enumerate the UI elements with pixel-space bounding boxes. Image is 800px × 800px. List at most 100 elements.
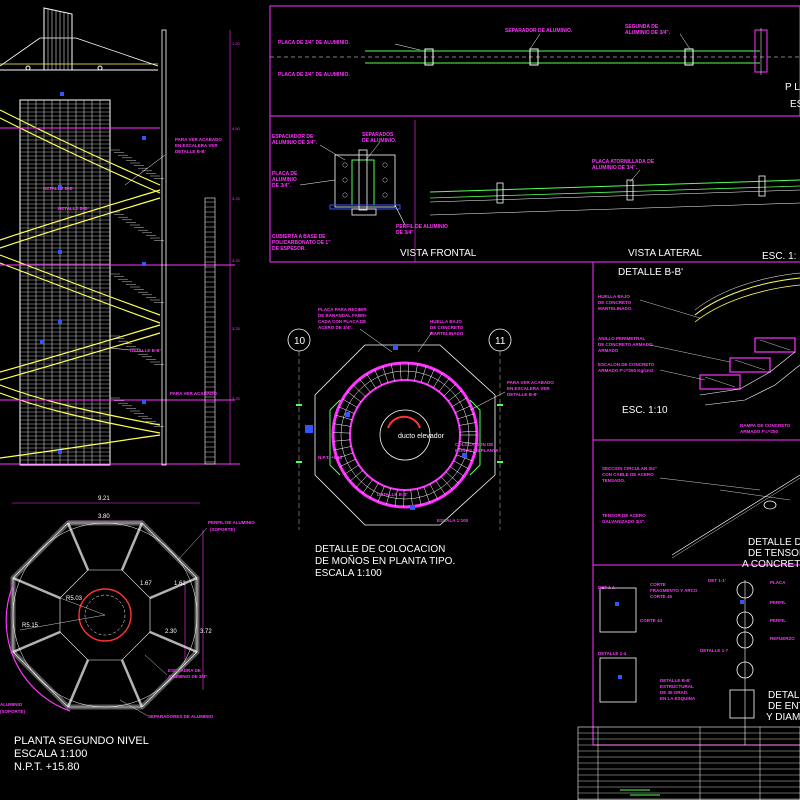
tower-detalle-label-3: DETALLE B-B'	[130, 348, 161, 353]
planta-npt: N.P.T. +15.80	[14, 761, 80, 773]
rp-ps: PLACA	[770, 580, 786, 585]
rp-escalon-2: ARMADO F'c=250 Kg/cm2	[598, 368, 654, 373]
note-separador: SEPARADOR DE ALUMINIO.	[505, 28, 573, 34]
cp-note-escala: ESCALA 1:100	[437, 518, 469, 523]
note-placa-a: PLACA DE 3/4" DE ALUMINIO.	[278, 40, 350, 46]
rp-anillo: ANILLO PERIMETRAL	[598, 336, 645, 341]
vista-lateral-label: VISTA LATERAL	[628, 248, 703, 259]
cp-note-detalle: DETALLE B-B'	[377, 492, 408, 497]
rp-seccion-2: CON CABLE DE ACERO	[602, 472, 654, 477]
svg-text:4.50: 4.50	[232, 126, 241, 131]
planta-title: PLANTA SEGUNDO NIVEL	[14, 735, 149, 747]
es-label: ES	[790, 99, 800, 110]
dim-162: 1.62	[174, 581, 186, 587]
r-503: R5.03	[66, 596, 83, 602]
dim-372: 3.72	[200, 629, 212, 635]
de-tensor-partial: DE TENSOR	[748, 548, 800, 559]
cp-note-placa: PLACA PARA RECIBIR	[318, 307, 367, 312]
rp-huella-3: MARTELINADO.	[598, 306, 633, 311]
note-placa-atorn-2: ALUMINIO DE 3/4".	[592, 165, 638, 171]
note-perfil-2: DE 3/4"	[396, 230, 414, 236]
tower-detalle-label: DETALLE B-B'	[43, 186, 74, 191]
escuadra-label-2: ALUMINIO DE 3/4"	[168, 674, 207, 679]
rp-detalle14: DETALLE 1-4	[598, 651, 627, 656]
rp-det11: DET 1-1	[598, 585, 615, 590]
dim-230: 2.30	[165, 629, 177, 635]
p-label: P L	[785, 82, 800, 93]
note-placa-b: PLACA DE 3/4" DE ALUMINIO.	[278, 72, 350, 78]
a-concreto-partial: A CONCRETO	[742, 559, 800, 570]
perfil-label: PERFIL DE ALUMINIO	[208, 520, 255, 525]
rp-seccion-3: TENSADO.	[602, 478, 625, 483]
cp-note-npt: N.P.T. +5.65	[318, 455, 343, 460]
detalle-title-1: DETALLE DE COLOCACION	[315, 544, 445, 555]
aluminio-partial: ALUMINIO	[0, 702, 23, 707]
planta-escala: ESCALA 1:100	[14, 748, 87, 760]
cp-note-huella-2: DE CONCRETO	[430, 325, 464, 330]
cp-note-placa-4: ACERO DE 3/4".	[318, 325, 353, 330]
de-ent-partial: DE ENT	[768, 701, 800, 712]
grid-bubble-10: 10	[294, 336, 306, 347]
svg-text:1.20: 1.20	[232, 41, 241, 46]
rp-detalle17: DETALLE 1-7	[700, 648, 729, 653]
rp-ps-3: PERFIL	[770, 618, 786, 623]
grid-bubble-11: 11	[495, 336, 506, 347]
tower-detalle-label-2: DETALLE B-B'	[58, 206, 89, 211]
cp-note-huella: HUELLA BAJO	[430, 319, 462, 324]
cp-note-coloc: COLOCACION DE	[455, 442, 493, 447]
vista-frontal-label: VISTA FRONTAL	[400, 248, 477, 259]
rp-detb-4: EN LA ESQUINA	[660, 696, 696, 701]
tower-note-1: PARA VER ACABADO	[175, 137, 222, 142]
esc-110: ESC. 1:10	[622, 405, 668, 416]
cp-note-huella-3: MARTELINADO.	[430, 331, 465, 336]
note-segunda-2: ALUMINIO DE 3/4".	[625, 30, 671, 36]
rp-huella: HUELLA BAJO	[598, 294, 630, 299]
soporte-partial: (SOPORTE)	[0, 709, 26, 714]
cp-note-paraver-2: EN ESCALERA VER	[507, 386, 550, 391]
svg-text:3.25: 3.25	[232, 326, 241, 331]
rp-anillo-3: ARMADO	[598, 348, 619, 353]
note-cubierta-3: DE ESPESOR.	[272, 246, 307, 252]
tower-note-2: EN ESCALERA VER	[175, 143, 218, 148]
svg-text:3.25: 3.25	[232, 396, 241, 401]
perfil-sub-label: (SOPORTE)	[210, 527, 236, 532]
cp-note-placa-3: CADA CON PLACA DE	[318, 319, 366, 324]
escuadra-label: ESCUADRA DE	[168, 668, 201, 673]
detalle-de-partial: DETALLE DE	[748, 537, 800, 548]
r-515: R5.15	[22, 623, 39, 629]
detalle-escala: ESCALA 1:100	[315, 568, 382, 579]
svg-text:3.25: 3.25	[232, 196, 241, 201]
note-placa-de-3: DE 3/4".	[272, 183, 292, 189]
rp-detb-2: ESTRUCTURAL	[660, 684, 694, 689]
cp-note-paraver: PARA VER ACABADO	[507, 380, 554, 385]
rp-detb-3: DE 45 GRAD.	[660, 690, 688, 695]
cp-note-placa-2: DE BARANDAL FABRI-	[318, 313, 368, 318]
rp-corte44: CORTE 44	[640, 618, 663, 623]
cad-drawing: 1.20 4.50 3.25 3.25 3.25 3.25 PARA VER ACABA…	[0, 0, 800, 800]
svg-text:3.25: 3.25	[232, 258, 241, 263]
separadores-label: SEPARADORES DE ALUMINIO	[148, 714, 214, 719]
tower-detalle-label-4: PARA VER ACABADO	[170, 391, 217, 396]
rp-rampa-2: ARMADO F'c=250	[740, 429, 778, 434]
ducto-elevador: ducto elevador	[398, 433, 445, 440]
rp-escalon: ESCALON DE CONCRETO	[598, 362, 655, 367]
rp-corte-3: CORTE 45	[650, 594, 673, 599]
rp-ps-4: REFUERZO	[770, 636, 795, 641]
rp-seccion: SECCION CIRCULAR 3/4"	[602, 466, 657, 471]
dim-921: 9.21	[98, 496, 110, 502]
rp-det11b: DET 1-1'	[708, 578, 726, 583]
rp-anillo-2: DE CONCRETO ARMADO	[598, 342, 653, 347]
note-espaciador-2: ALUMINIO DE 3/4".	[272, 140, 318, 146]
dim-167: 1.67	[140, 581, 152, 587]
rp-huella-2: DE CONCRETO	[598, 300, 632, 305]
rp-ps-2: PERFIL	[770, 600, 786, 605]
rp-corte-2: FRAGMENTO Y ARCO	[650, 588, 698, 593]
cp-note-coloc-2: MOÑOS EN PLANTA	[455, 447, 499, 453]
rp-rampa: RAMPA DE CONCRETO	[740, 423, 791, 428]
rp-tensor: TENSOR DE ACERO	[602, 513, 646, 518]
y-diam-partial: Y DIAM	[766, 712, 800, 723]
detalle-bb-title: DETALLE B-B'	[618, 267, 683, 278]
tower-note-3: DETALLE B-B'	[175, 149, 206, 154]
dim-380: 3.80	[98, 514, 110, 520]
rp-corte: CORTE	[650, 582, 666, 587]
